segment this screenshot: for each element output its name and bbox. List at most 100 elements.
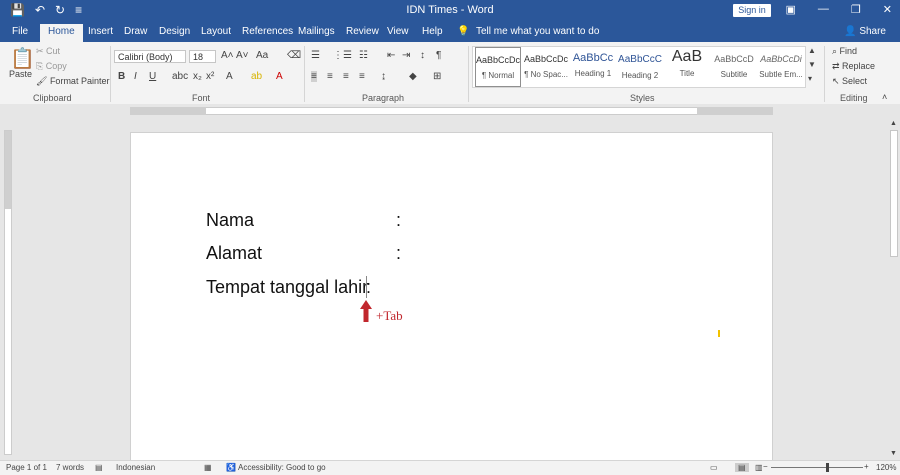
window-controls: ▣ — ❐ ✕ <box>786 3 893 16</box>
language-indicator[interactable]: Indonesian <box>116 463 155 472</box>
underline-icon[interactable]: U <box>149 71 156 82</box>
tab-annotation: +Tab <box>376 308 403 323</box>
zoom-level[interactable]: 120% <box>876 463 896 472</box>
paste-icon[interactable]: 📋 <box>10 46 35 71</box>
macro-icon[interactable]: ▦ <box>204 463 212 472</box>
align-center-icon[interactable]: ≡ <box>327 71 333 82</box>
clear-formatting-icon[interactable]: ⌫ <box>287 50 301 61</box>
print-layout-icon[interactable]: ▤ <box>735 463 749 472</box>
tab-review[interactable]: Review <box>346 26 379 37</box>
style-subtitle[interactable]: AaBbCcD Subtitle <box>711 47 757 87</box>
document-page[interactable]: Nama : Alamat : Tempat tanggal lahir : +… <box>130 132 773 462</box>
style-normal[interactable]: AaBbCcDc ¶ Normal <box>475 47 521 87</box>
styles-scroll-up-icon[interactable]: ▲ <box>808 46 816 55</box>
accessibility-status[interactable]: Accessibility: Good to go <box>238 463 326 472</box>
horizontal-ruler[interactable] <box>0 104 900 118</box>
search-icon: ⌕ <box>832 46 840 56</box>
styles-more-icon[interactable]: ▾ <box>808 74 812 83</box>
style-subtle-emphasis[interactable]: AaBbCcDi Subtle Em... <box>758 47 804 87</box>
line-spacing-icon[interactable]: ↨ <box>381 71 386 82</box>
restore-icon[interactable]: ❐ <box>851 3 861 16</box>
superscript-icon[interactable]: x² <box>206 71 214 82</box>
style-title[interactable]: AaB Title <box>664 47 710 87</box>
collapse-ribbon-icon[interactable]: ˄ <box>882 92 887 102</box>
close-icon[interactable]: ✕ <box>883 3 892 16</box>
proofing-icon[interactable]: ▤ <box>95 463 103 472</box>
decrease-indent-icon[interactable]: ⇤ <box>387 50 395 61</box>
zoom-in-icon[interactable]: + <box>864 462 869 471</box>
justify-icon[interactable]: ≡ <box>359 71 365 82</box>
tab-design[interactable]: Design <box>159 26 190 37</box>
tab-help[interactable]: Help <box>422 26 443 37</box>
bold-icon[interactable]: B <box>118 71 125 82</box>
person-icon: 👤 <box>844 26 860 37</box>
show-formatting-icon[interactable]: ¶ <box>436 50 441 61</box>
scrollbar-thumb[interactable] <box>890 130 898 257</box>
font-size-select[interactable]: 18 <box>189 50 216 63</box>
subscript-icon[interactable]: x₂ <box>193 71 202 82</box>
change-case-icon[interactable]: Aa <box>256 50 268 61</box>
web-layout-icon[interactable]: ▥ <box>755 463 763 472</box>
text-effects-icon[interactable]: A <box>226 71 233 82</box>
sign-in-button[interactable]: Sign in <box>733 4 771 17</box>
style-heading-1[interactable]: AaBbCc Heading 1 <box>570 47 616 87</box>
tab-file[interactable]: File <box>12 26 28 37</box>
select-button[interactable]: ↖ Select <box>832 76 867 87</box>
clipboard-group-label: Clipboard <box>33 93 72 103</box>
italic-icon[interactable]: I <box>134 71 137 82</box>
shrink-font-icon[interactable]: A˅ <box>236 50 249 61</box>
numbering-icon[interactable]: ⋮☰ <box>333 50 352 61</box>
font-color-icon[interactable]: A <box>276 71 283 82</box>
font-name-select[interactable]: Calibri (Body) <box>114 50 186 63</box>
grow-font-icon[interactable]: A˄ <box>221 50 234 61</box>
minimize-icon[interactable]: — <box>818 3 829 16</box>
lightbulb-icon: 💡 <box>457 26 470 37</box>
tab-insert[interactable]: Insert <box>88 26 113 37</box>
divider <box>824 46 825 102</box>
line-nama-colon: : <box>396 210 402 230</box>
page-count[interactable]: Page 1 of 1 <box>6 463 47 472</box>
tab-mailings[interactable]: Mailings <box>298 26 335 37</box>
scroll-down-icon[interactable]: ▼ <box>890 450 897 457</box>
styles-group-label: Styles <box>630 93 655 103</box>
sort-icon[interactable]: ↕ <box>420 50 425 61</box>
zoom-slider[interactable] <box>771 467 863 468</box>
style-heading-2[interactable]: AaBbCcC Heading 2 <box>617 47 663 87</box>
styles-scroll-down-icon[interactable]: ▼ <box>808 60 816 69</box>
word-count[interactable]: 7 words <box>56 463 84 472</box>
shading-icon[interactable]: ◆ <box>409 71 417 82</box>
cut-button[interactable]: ✂ Cut <box>36 46 60 57</box>
multilevel-list-icon[interactable]: ☷ <box>359 50 368 61</box>
align-left-icon[interactable]: ≡ <box>311 71 317 82</box>
highlight-icon[interactable]: ab <box>251 71 262 82</box>
ribbon-display-icon[interactable]: ▣ <box>786 3 796 16</box>
ribbon-home: 📋 Paste ✂ Cut ⎘ Copy 🖌 Format Painter Cl… <box>0 42 900 105</box>
tab-draw[interactable]: Draw <box>124 26 147 37</box>
scroll-up-icon[interactable]: ▲ <box>890 120 897 127</box>
tell-me-search[interactable]: Tell me what you want to do <box>476 26 599 37</box>
increase-indent-icon[interactable]: ⇥ <box>402 50 410 61</box>
red-arrow-icon <box>360 300 372 322</box>
format-painter-button[interactable]: 🖌 Format Painter <box>36 76 109 87</box>
focus-mode-icon[interactable]: ▭ <box>710 463 718 472</box>
find-button[interactable]: ⌕ Find <box>832 46 857 57</box>
vertical-ruler[interactable] <box>4 130 12 455</box>
vertical-ruler-margin <box>5 131 11 209</box>
align-right-icon[interactable]: ≡ <box>343 71 349 82</box>
zoom-slider-knob[interactable] <box>826 463 829 472</box>
strikethrough-icon[interactable]: abc <box>172 71 188 82</box>
tab-references[interactable]: References <box>242 26 293 37</box>
paste-button[interactable]: Paste <box>9 69 32 79</box>
copy-button[interactable]: ⎘ Copy <box>36 61 67 72</box>
tab-layout[interactable]: Layout <box>201 26 231 37</box>
tab-home[interactable]: Home <box>40 24 83 42</box>
zoom-out-icon[interactable]: − <box>763 462 768 471</box>
tab-view[interactable]: View <box>387 26 409 37</box>
replace-button[interactable]: ⇄ Replace <box>832 61 875 72</box>
share-button[interactable]: 👤 Share <box>844 26 886 37</box>
borders-icon[interactable]: ⊞ <box>433 71 441 82</box>
vertical-scrollbar[interactable]: ▲ ▼ <box>888 120 900 460</box>
style-no-spacing[interactable]: AaBbCcDc ¶ No Spac... <box>523 47 569 87</box>
bullets-icon[interactable]: ☰ <box>311 50 320 61</box>
ruler-left-margin <box>130 107 206 115</box>
